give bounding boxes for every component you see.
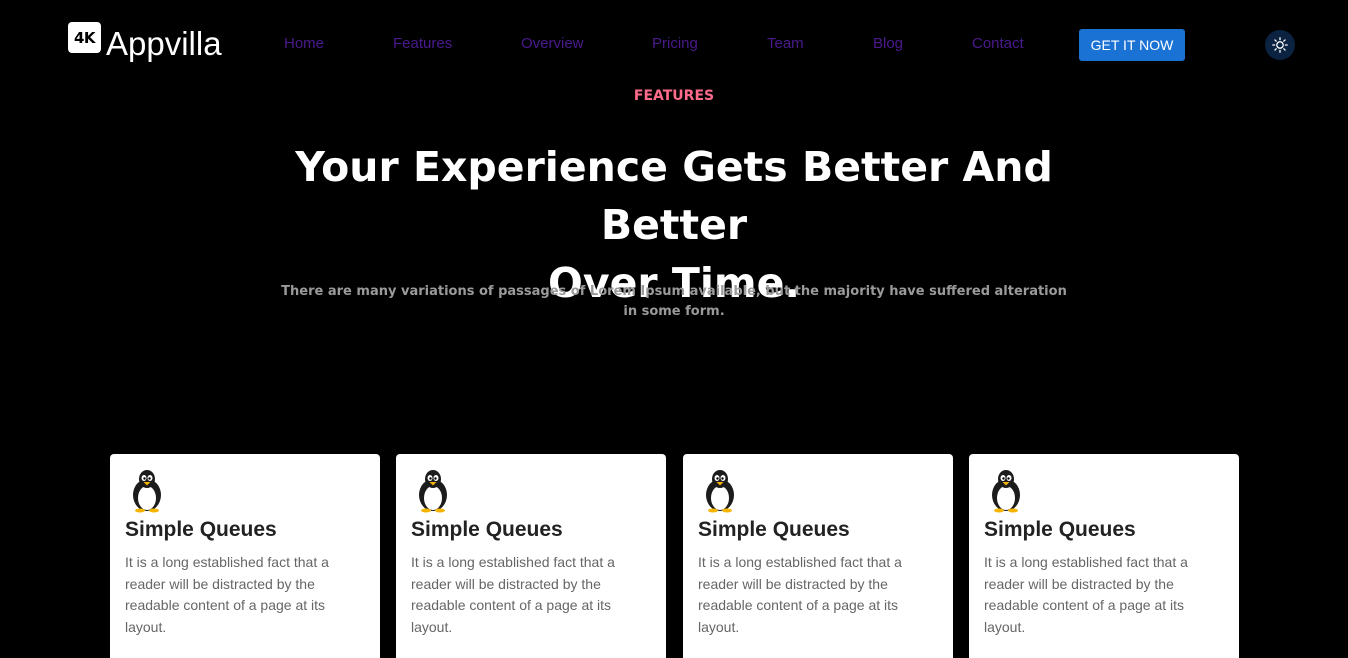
penguin-icon <box>133 470 161 513</box>
section-eyebrow: FEATURES <box>633 88 715 104</box>
nav-link-features[interactable]: Features <box>393 36 452 52</box>
headline-line-1: Your Experience Gets Better And Better <box>295 143 1053 249</box>
logo[interactable]: 4K Appvilla <box>68 22 222 60</box>
card-text: It is a long established fact that a rea… <box>411 554 615 636</box>
card-title: Simple Queues <box>125 518 277 541</box>
nav-link-home[interactable]: Home <box>284 36 324 52</box>
feature-card: Simple Queues It is a long established f… <box>683 454 953 658</box>
theme-toggle-button[interactable] <box>1265 30 1295 60</box>
card-title: Simple Queues <box>411 518 563 541</box>
nav-link-pricing[interactable]: Pricing <box>652 36 698 52</box>
logo-text: Appvilla <box>106 25 222 62</box>
nav-link-contact[interactable]: Contact <box>972 36 1024 52</box>
feature-card: Simple Queues It is a long established f… <box>969 454 1239 658</box>
card-title: Simple Queues <box>984 518 1136 541</box>
logo-badge: 4K <box>68 22 101 53</box>
get-it-now-button[interactable]: GET IT NOW <box>1079 29 1185 61</box>
penguin-icon <box>419 470 447 513</box>
card-text: It is a long established fact that a rea… <box>698 554 902 636</box>
card-text: It is a long established fact that a rea… <box>125 554 329 636</box>
penguin-icon <box>992 470 1020 513</box>
nav-link-blog[interactable]: Blog <box>873 36 903 52</box>
card-text: It is a long established fact that a rea… <box>984 554 1188 636</box>
card-title: Simple Queues <box>698 518 850 541</box>
nav-link-team[interactable]: Team <box>767 36 804 52</box>
penguin-icon <box>706 470 734 513</box>
sun-icon <box>1272 37 1288 53</box>
feature-card: Simple Queues It is a long established f… <box>396 454 666 658</box>
feature-card: Simple Queues It is a long established f… <box>110 454 380 658</box>
navbar: 4K Appvilla Home Features Overview Prici… <box>0 0 1348 90</box>
nav-link-overview[interactable]: Overview <box>521 36 584 52</box>
section-subheading: There are many variations of passages of… <box>281 284 1067 319</box>
